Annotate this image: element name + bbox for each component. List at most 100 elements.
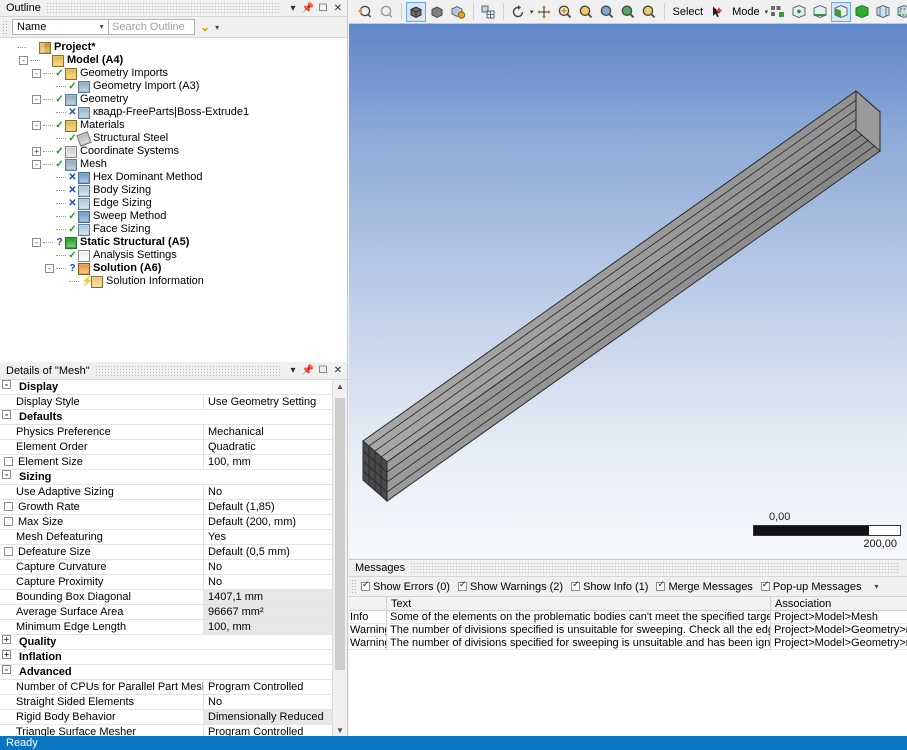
wireframe-icon[interactable] <box>448 2 468 22</box>
details-group-row[interactable]: - Display <box>0 379 332 395</box>
edge-select-icon[interactable] <box>810 2 830 22</box>
tree-item[interactable]: - ✓ Geometry <box>0 93 347 106</box>
zoom-next-icon[interactable] <box>376 2 396 22</box>
outline-filter-combo[interactable]: Name ▼ <box>12 19 109 35</box>
details-row[interactable]: Minimum Edge Length 100, mm <box>0 619 332 635</box>
details-row[interactable]: Defeature Size Default (0,5 mm) <box>0 544 332 560</box>
details-row[interactable]: Display Style Use Geometry Setting <box>0 394 332 410</box>
details-property-value[interactable]: No <box>204 575 332 589</box>
messages-filter-option[interactable]: Merge Messages <box>656 580 753 593</box>
details-row[interactable]: Rigid Body Behavior Dimensionally Reduced <box>0 709 332 725</box>
property-checkbox[interactable] <box>4 517 13 527</box>
search-outline-input[interactable]: Search Outline <box>109 19 195 35</box>
details-property-value[interactable]: Use Geometry Setting <box>204 395 332 409</box>
checkbox-checked-icon[interactable] <box>457 580 467 591</box>
selection-filter-icon[interactable] <box>768 2 788 22</box>
close-icon[interactable]: ✕ <box>331 364 345 378</box>
property-checkbox[interactable] <box>4 457 13 467</box>
tree-expander-icon[interactable]: - <box>45 264 54 273</box>
scroll-down-icon[interactable]: ▼ <box>333 723 347 737</box>
tree-item[interactable]: ✓ Sweep Method <box>0 210 347 223</box>
details-property-value[interactable]: 1407,1 mm <box>204 589 332 604</box>
group-expander-icon[interactable]: - <box>2 379 11 389</box>
tree-expander-icon[interactable]: - <box>32 121 41 130</box>
group-expander-icon[interactable]: + <box>2 649 11 659</box>
shaded-exterior-and-edges-icon[interactable] <box>406 1 426 22</box>
close-icon[interactable]: ✕ <box>331 1 345 15</box>
details-property-value[interactable]: Yes <box>204 530 332 544</box>
tree-item[interactable]: -? Static Structural (A5) <box>0 236 347 249</box>
details-property-value[interactable]: Default (0,5 mm) <box>204 545 332 559</box>
details-property-value[interactable]: No <box>204 560 332 574</box>
tree-expander-icon[interactable]: - <box>32 160 41 169</box>
details-row[interactable]: Straight Sided Elements No <box>0 694 332 710</box>
show-mesh-icon[interactable] <box>478 2 498 22</box>
details-row[interactable]: Bounding Box Diagonal 1407,1 mm <box>0 589 332 605</box>
messages-table[interactable]: Text Association Info Some of the element… <box>349 597 907 737</box>
box-select-icon[interactable] <box>894 2 907 22</box>
tree-item[interactable]: ✓ Analysis Settings <box>0 249 347 262</box>
dropdown-icon[interactable]: ▾ <box>286 1 300 15</box>
details-row[interactable]: Mesh Defeaturing Yes <box>0 529 332 545</box>
next-view-icon[interactable] <box>639 2 659 22</box>
tree-item[interactable]: Project* <box>0 41 347 54</box>
tree-item[interactable]: -? Solution (A6) <box>0 262 347 275</box>
tree-item[interactable]: ✕ Hex Dominant Method <box>0 171 347 184</box>
messages-filter-option[interactable]: Show Errors(0) <box>361 580 450 593</box>
details-property-value[interactable]: 100, mm <box>204 619 332 634</box>
graphics-viewport[interactable]: 0,00 200,00 <box>349 24 907 558</box>
message-row[interactable]: Info Some of the elements on the problema… <box>349 611 907 624</box>
details-row[interactable]: Physics Preference Mechanical <box>0 424 332 440</box>
property-checkbox[interactable] <box>4 547 13 557</box>
tree-expander-icon[interactable]: - <box>19 56 28 65</box>
maximize-icon[interactable]: ☐ <box>316 1 330 15</box>
group-expander-icon[interactable]: - <box>2 664 11 674</box>
box-zoom-icon[interactable] <box>576 2 596 22</box>
messages-filter-option[interactable]: Show Info(1) <box>571 580 648 593</box>
zoom-icon[interactable] <box>555 2 575 22</box>
toolbar-grip[interactable] <box>2 19 9 35</box>
details-group-row[interactable]: + Quality <box>0 634 332 650</box>
details-property-value[interactable]: Dimensionally Reduced <box>204 709 332 724</box>
beam-mesh-model[interactable] <box>349 24 907 558</box>
details-scrollbar[interactable]: ▲ ▼ <box>332 379 347 737</box>
search-chevron-icon[interactable]: ⌄ <box>200 20 210 34</box>
details-property-value[interactable]: Quadratic <box>204 440 332 454</box>
message-row[interactable]: Warning The number of divisions specified… <box>349 624 907 637</box>
details-property-value[interactable]: 96667 mm² <box>204 604 332 619</box>
tree-item[interactable]: - ✓ Mesh <box>0 158 347 171</box>
magnifier-icon[interactable] <box>618 2 638 22</box>
rotate-icon[interactable] <box>508 2 528 22</box>
details-property-value[interactable]: No <box>204 485 332 499</box>
details-row[interactable]: Capture Proximity No <box>0 574 332 590</box>
details-property-value[interactable]: No <box>204 695 332 709</box>
checkbox-checked-icon[interactable] <box>571 580 581 591</box>
details-row[interactable]: Number of CPUs for Parallel Part Meshing… <box>0 679 332 695</box>
details-row[interactable]: Element Order Quadratic <box>0 439 332 455</box>
pin-icon[interactable]: 📌 <box>301 364 315 378</box>
details-row[interactable]: Element Size 100, mm <box>0 454 332 470</box>
tree-item[interactable]: - ✓ Materials <box>0 119 347 132</box>
property-checkbox[interactable] <box>4 502 13 512</box>
tree-expander-icon[interactable]: - <box>32 69 41 78</box>
tree-item[interactable]: ⚡ Solution Information <box>0 275 347 288</box>
group-expander-icon[interactable]: + <box>2 634 11 644</box>
details-grid[interactable]: - Display Display Style Use Geometry Settin… <box>0 379 332 737</box>
messages-filter-option[interactable]: Show Warnings(2) <box>457 580 563 593</box>
group-expander-icon[interactable]: - <box>2 409 11 419</box>
face-select-icon[interactable] <box>831 1 852 22</box>
outline-tree[interactable]: Project* - Model (A4) - ✓ Geometry Imports ✓ Ge… <box>0 38 347 362</box>
details-property-value[interactable]: Mechanical <box>204 425 332 439</box>
vertex-select-icon[interactable] <box>789 2 809 22</box>
toolbar-grip[interactable] <box>351 579 358 594</box>
details-group-row[interactable]: - Defaults <box>0 409 332 425</box>
checkbox-checked-icon[interactable] <box>760 580 770 591</box>
details-row[interactable]: Average Surface Area 96667 mm² <box>0 604 332 620</box>
tree-item[interactable]: ✕ Body Sizing <box>0 184 347 197</box>
tree-item[interactable]: ✕ квадр-FreeParts|Boss-Extrude1 <box>0 106 347 119</box>
pin-icon[interactable]: 📌 <box>301 1 315 15</box>
tree-item[interactable]: + ✓ Coordinate Systems <box>0 145 347 158</box>
messages-overflow-icon[interactable]: ▾ <box>874 582 878 591</box>
tree-expander-icon[interactable]: - <box>32 95 41 104</box>
cursor-select-icon[interactable] <box>707 2 727 22</box>
